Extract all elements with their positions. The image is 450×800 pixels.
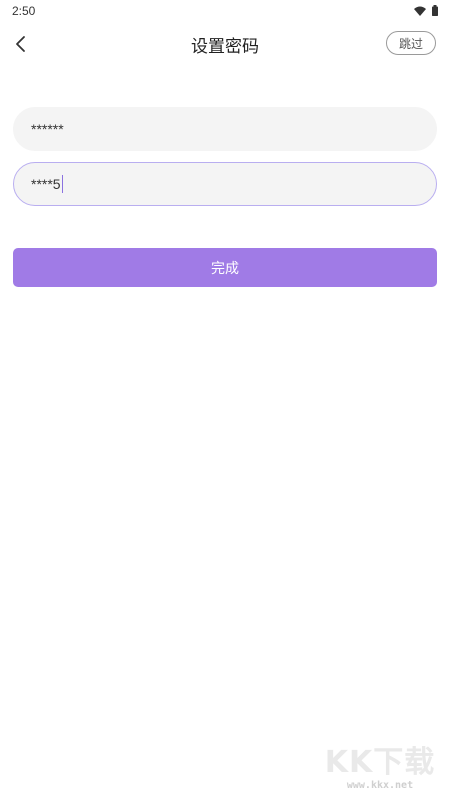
text-caret xyxy=(61,175,64,193)
wifi-icon xyxy=(414,6,426,16)
status-bar: 2:50 xyxy=(0,0,450,22)
skip-button[interactable]: 跳过 xyxy=(386,31,436,55)
password-field[interactable]: ****** xyxy=(13,107,437,151)
app-bar: 设置密码 跳过 xyxy=(0,22,450,66)
done-button[interactable]: 完成 xyxy=(13,248,437,287)
status-icons xyxy=(414,5,438,16)
watermark: KK下载 www.kkx.net xyxy=(320,746,440,796)
battery-icon xyxy=(432,5,438,16)
confirm-password-field[interactable]: ****5 xyxy=(13,162,437,206)
status-time: 2:50 xyxy=(12,4,36,18)
page-title: 设置密码 xyxy=(191,37,259,57)
confirm-password-value: ****5 xyxy=(31,176,61,192)
watermark-url: www.kkx.net xyxy=(346,780,414,791)
password-value: ****** xyxy=(31,121,64,137)
watermark-logo: KK下载 xyxy=(324,745,436,780)
